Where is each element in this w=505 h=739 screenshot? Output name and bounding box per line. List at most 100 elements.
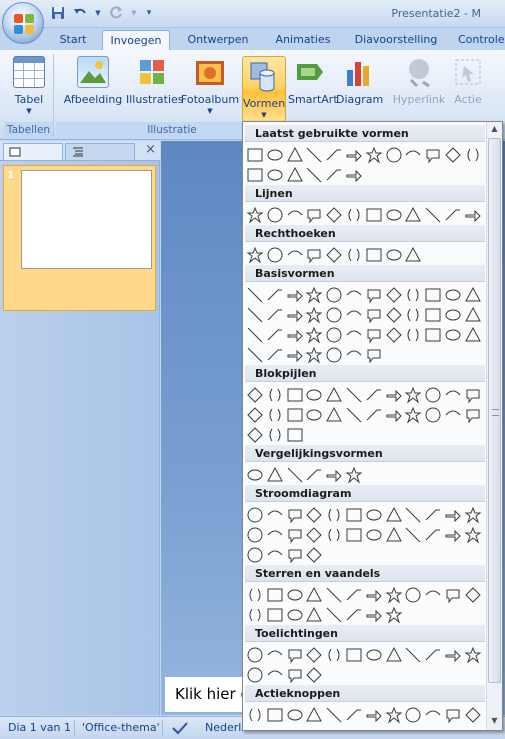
shape-option[interactable]: [365, 306, 383, 324]
shape-option[interactable]: [424, 586, 442, 604]
shape-option[interactable]: [246, 506, 264, 524]
shape-option[interactable]: [305, 646, 323, 664]
shape-option[interactable]: [424, 206, 442, 224]
shape-option[interactable]: [365, 526, 383, 544]
shape-option[interactable]: [424, 526, 442, 544]
shape-option[interactable]: [305, 706, 323, 724]
shape-option[interactable]: [246, 706, 264, 724]
shape-option[interactable]: [305, 666, 323, 684]
shape-option[interactable]: [365, 386, 383, 404]
shape-option[interactable]: [266, 326, 284, 344]
shape-option[interactable]: [444, 526, 462, 544]
shape-option[interactable]: [325, 146, 343, 164]
shape-option[interactable]: [365, 246, 383, 264]
save-icon[interactable]: [50, 5, 66, 21]
shape-option[interactable]: [266, 606, 284, 624]
shape-option[interactable]: [305, 586, 323, 604]
shape-option[interactable]: [365, 206, 383, 224]
shape-option[interactable]: [246, 666, 264, 684]
undo-icon[interactable]: [72, 5, 88, 21]
shape-option[interactable]: [305, 406, 323, 424]
shape-option[interactable]: [325, 286, 343, 304]
scroll-down-icon[interactable]: ▼: [489, 716, 500, 726]
shape-option[interactable]: [385, 286, 403, 304]
shape-option[interactable]: [444, 286, 462, 304]
shape-option[interactable]: [404, 706, 422, 724]
shape-option[interactable]: [385, 506, 403, 524]
shape-option[interactable]: [266, 206, 284, 224]
shape-option[interactable]: [325, 606, 343, 624]
shape-option[interactable]: [444, 146, 462, 164]
shape-option[interactable]: [365, 286, 383, 304]
tab-invoegen[interactable]: Invoegen: [102, 30, 170, 50]
shape-option[interactable]: [424, 386, 442, 404]
shape-option[interactable]: [286, 646, 304, 664]
shape-option[interactable]: [246, 326, 264, 344]
shape-option[interactable]: [464, 286, 482, 304]
shape-option[interactable]: [305, 386, 323, 404]
shape-option[interactable]: [464, 646, 482, 664]
shape-option[interactable]: [464, 146, 482, 164]
shape-option[interactable]: [305, 466, 323, 484]
shape-option[interactable]: [464, 526, 482, 544]
shape-option[interactable]: [286, 406, 304, 424]
shape-option[interactable]: [286, 326, 304, 344]
shape-option[interactable]: [345, 606, 363, 624]
shape-option[interactable]: [286, 166, 304, 184]
shape-option[interactable]: [345, 526, 363, 544]
shape-option[interactable]: [345, 506, 363, 524]
tab-diavoorstelling[interactable]: Diavoorstelling: [348, 30, 444, 50]
tab-controle[interactable]: Controle: [458, 30, 505, 50]
shape-option[interactable]: [444, 406, 462, 424]
shape-option[interactable]: [286, 526, 304, 544]
shape-option[interactable]: [444, 326, 462, 344]
shape-option[interactable]: [385, 146, 403, 164]
shape-option[interactable]: [424, 146, 442, 164]
action-button[interactable]: Actie: [448, 56, 488, 106]
shape-option[interactable]: [464, 586, 482, 604]
shape-option[interactable]: [385, 706, 403, 724]
shape-option[interactable]: [345, 466, 363, 484]
undo-dropdown-icon[interactable]: ▼: [94, 5, 102, 21]
shape-option[interactable]: [464, 326, 482, 344]
shape-option[interactable]: [365, 346, 383, 364]
shape-option[interactable]: [325, 246, 343, 264]
shape-option[interactable]: [365, 606, 383, 624]
shape-option[interactable]: [246, 646, 264, 664]
shape-option[interactable]: [444, 506, 462, 524]
shape-option[interactable]: [404, 146, 422, 164]
shape-option[interactable]: [325, 326, 343, 344]
shape-option[interactable]: [286, 426, 304, 444]
shape-option[interactable]: [266, 386, 284, 404]
shape-option[interactable]: [305, 506, 323, 524]
close-pane-icon[interactable]: ×: [145, 142, 156, 157]
spellcheck-icon[interactable]: [172, 721, 188, 738]
shape-option[interactable]: [246, 606, 264, 624]
shape-option[interactable]: [246, 546, 264, 564]
shape-option[interactable]: [345, 646, 363, 664]
shape-option[interactable]: [385, 386, 403, 404]
shape-option[interactable]: [266, 706, 284, 724]
photo-album-button[interactable]: Fotoalbum ▼: [180, 56, 240, 115]
shape-option[interactable]: [345, 586, 363, 604]
shape-option[interactable]: [345, 326, 363, 344]
shape-option[interactable]: [385, 406, 403, 424]
shape-option[interactable]: [444, 206, 462, 224]
picture-button[interactable]: Afbeelding: [62, 56, 124, 106]
shape-option[interactable]: [305, 526, 323, 544]
slide-thumbnail[interactable]: [21, 170, 152, 269]
shape-option[interactable]: [266, 306, 284, 324]
shape-option[interactable]: [325, 526, 343, 544]
chart-button[interactable]: Diagram: [336, 56, 383, 106]
smartart-button[interactable]: SmartArt: [288, 56, 338, 106]
shape-option[interactable]: [444, 586, 462, 604]
shape-option[interactable]: [286, 246, 304, 264]
shape-option[interactable]: [266, 406, 284, 424]
shape-option[interactable]: [404, 206, 422, 224]
shape-option[interactable]: [404, 406, 422, 424]
shape-option[interactable]: [385, 206, 403, 224]
shape-option[interactable]: [246, 406, 264, 424]
tab-start[interactable]: Start: [52, 30, 94, 50]
shape-option[interactable]: [404, 526, 422, 544]
shape-option[interactable]: [365, 646, 383, 664]
